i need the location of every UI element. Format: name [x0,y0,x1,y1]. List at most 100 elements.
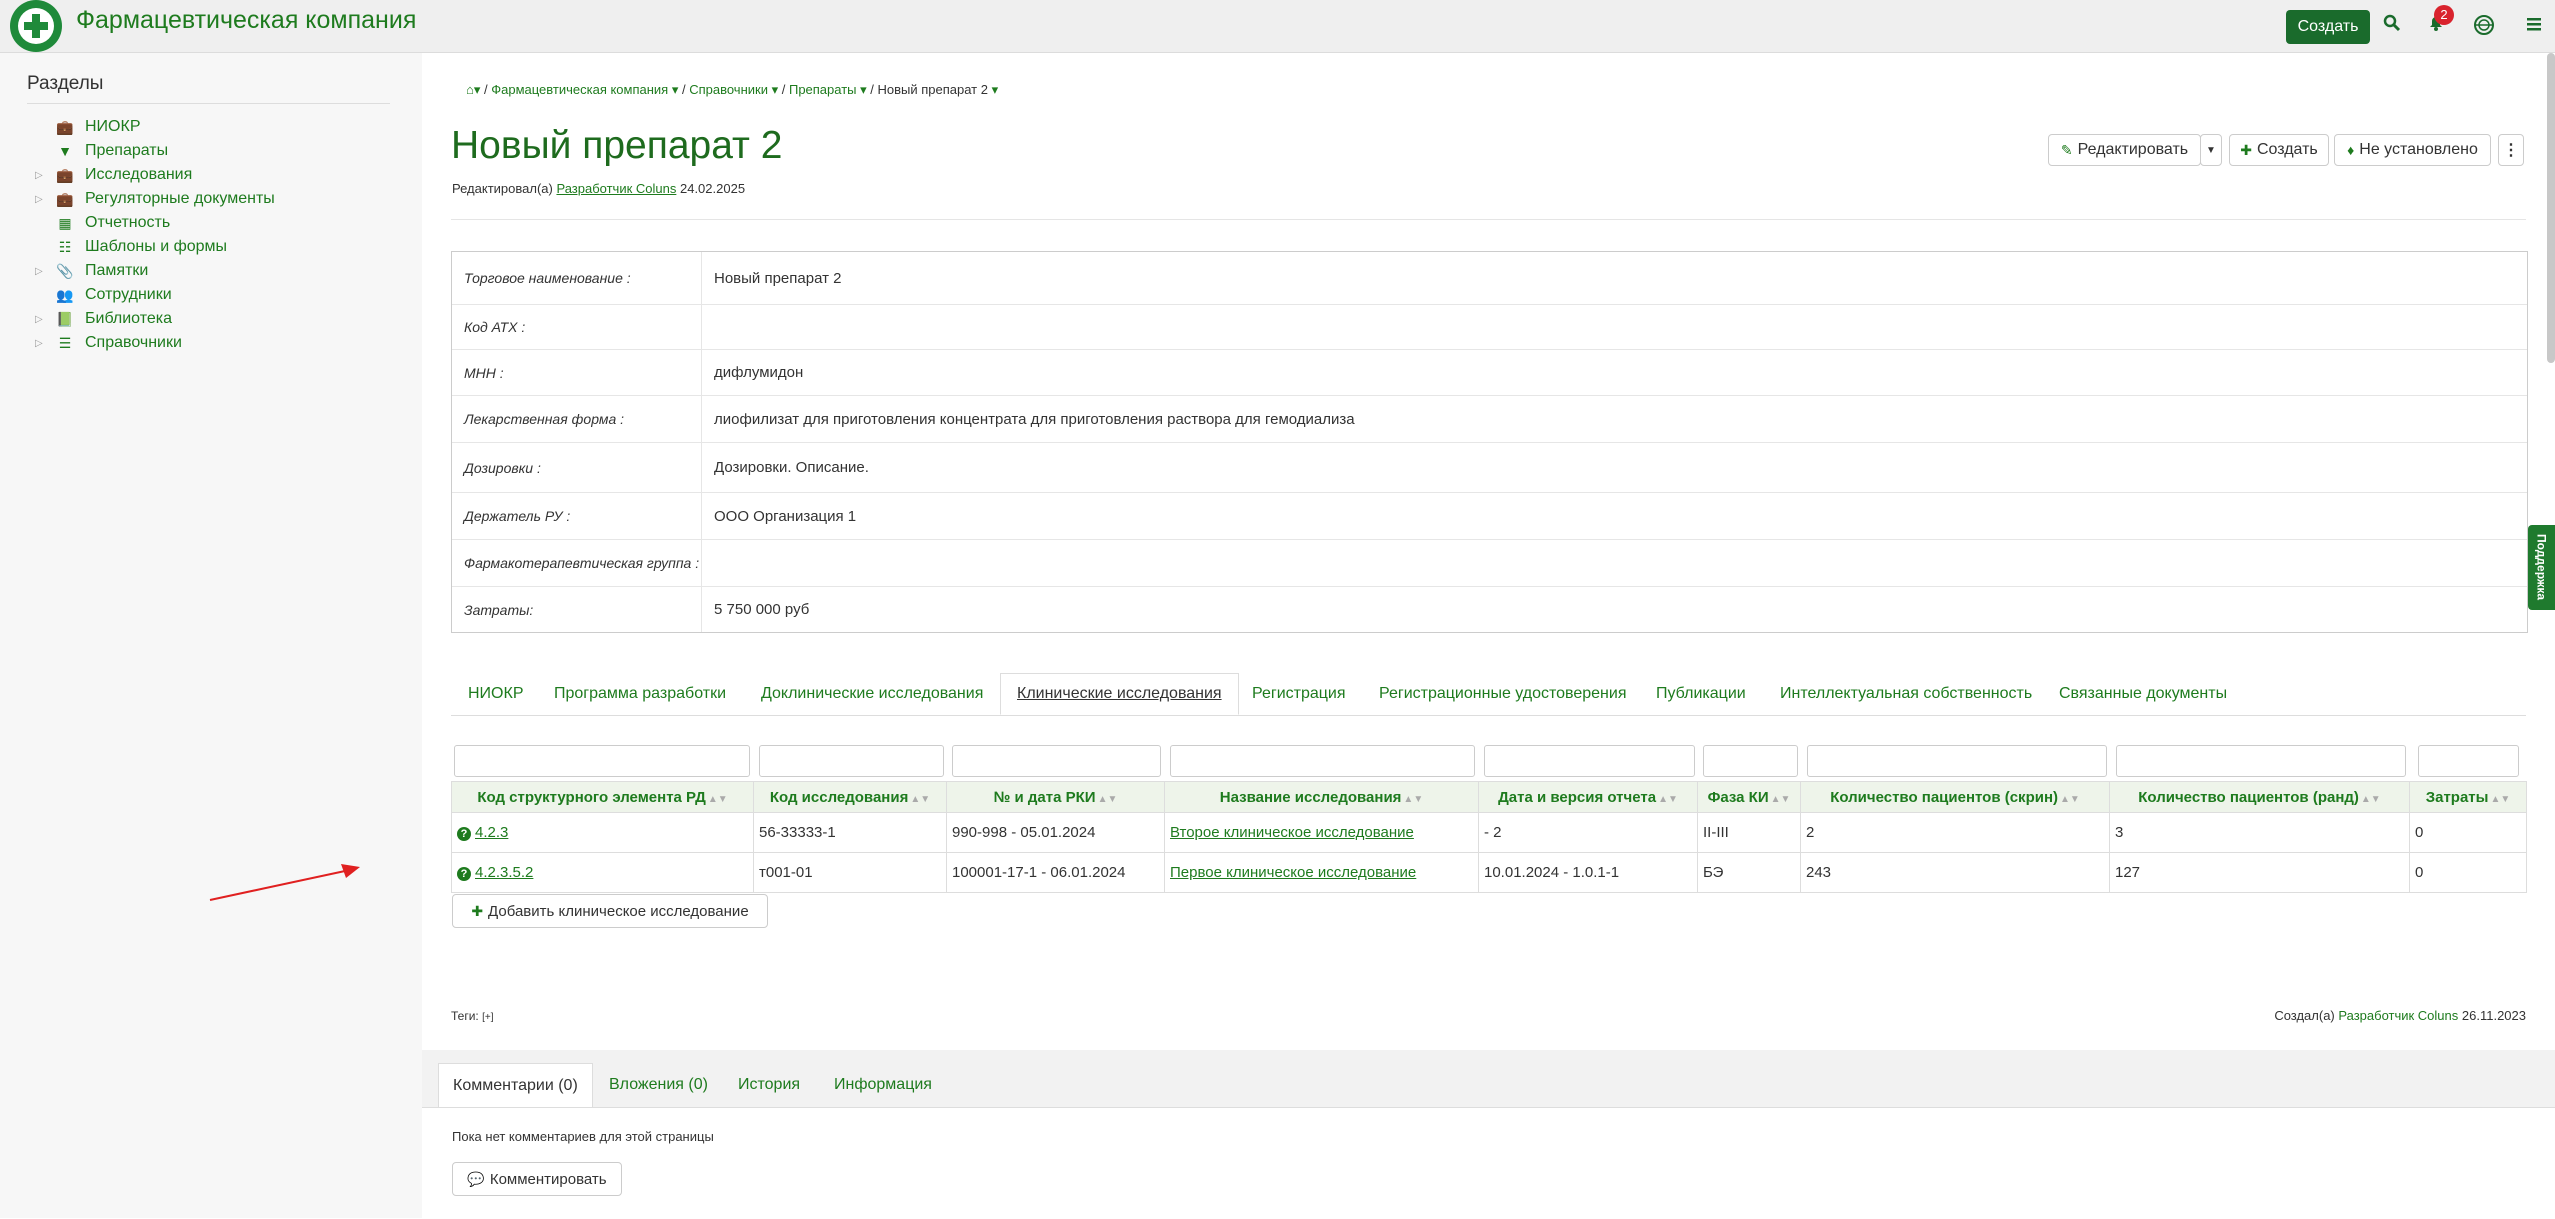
property-label: Держатель РУ : [452,493,702,539]
filter-input[interactable] [952,745,1161,777]
tab-clinical[interactable]: Клинические исследования [1000,673,1239,715]
breadcrumb-current[interactable]: Новый препарат 2 [878,82,988,97]
question-icon[interactable]: ? [457,867,471,881]
edit-button[interactable]: ✎ Редактировать [2048,134,2201,166]
study-link[interactable]: Первое клиническое исследование [1170,864,1416,881]
column-header[interactable]: Название исследования ▲▼ [1164,781,1479,813]
sort-icon[interactable]: ▲▼ [708,794,728,805]
sort-icon[interactable]: ▲▼ [910,794,930,805]
sidebar-item-otchetnost[interactable]: ▦ Отчетность [35,212,170,234]
sidebar-item-preparaty[interactable]: ▼ Препараты [35,140,168,162]
menu-icon[interactable] [2522,14,2546,38]
study-link[interactable]: Второе клиническое исследование [1170,824,1414,841]
breadcrumb-item[interactable]: Препараты [789,82,857,97]
filter-input[interactable] [2116,745,2406,777]
breadcrumb: ⌂▾ / Фармацевтическая компания ▾ / Справ… [466,82,999,97]
more-options-button[interactable]: ⋮ [2498,134,2524,166]
sidebar-item-templates[interactable]: ☷ Шаблоны и формы [35,236,227,258]
tab-reg-certificates[interactable]: Регистрационные удостоверения [1379,673,1626,715]
filter-input[interactable] [1170,745,1475,777]
vertical-dots-icon: ⋮ [2503,142,2519,159]
row-link[interactable]: 4.2.3 [475,824,508,841]
sidebar-item-regulatory[interactable]: ▷ 💼 Регуляторные документы [35,188,275,210]
expand-caret-icon[interactable]: ▷ [35,338,47,349]
expand-caret-icon[interactable]: ▷ [35,266,47,277]
sort-icon[interactable]: ▲▼ [2361,794,2381,805]
tab-publications[interactable]: Публикации [1656,673,1746,715]
edited-info: Редактировал(а) Разработчик Coluns 24.02… [452,181,745,196]
tab-registration[interactable]: Регистрация [1252,673,1346,715]
support-tab[interactable]: Поддержка [2528,525,2555,610]
briefcase-icon: 💼 [56,166,74,183]
sidebar-item-niokr[interactable]: 💼 НИОКР [35,116,140,138]
tab-history[interactable]: История [738,1063,800,1107]
filter-input[interactable] [1484,745,1695,777]
home-icon[interactable]: ⌂▾ [466,82,480,97]
sort-icon[interactable]: ▲▼ [1771,794,1791,805]
scrollbar[interactable] [2547,53,2555,363]
question-icon[interactable]: ? [457,827,471,841]
tab-related-docs[interactable]: Связанные документы [2059,673,2227,715]
column-header[interactable]: Затраты ▲▼ [2409,781,2527,813]
create-button[interactable]: Создать [2286,10,2370,44]
filter-input[interactable] [2418,745,2519,777]
sort-icon[interactable]: ▲▼ [1658,794,1678,805]
create-label: Создать [2256,141,2318,158]
column-header[interactable]: Дата и версия отчета ▲▼ [1478,781,1698,813]
expand-caret-icon[interactable]: ▷ [35,194,47,205]
globe-icon[interactable] [2472,14,2496,38]
tab-ip[interactable]: Интеллектуальная собственность [1780,673,2032,715]
sidebar-item-employees[interactable]: 👥 Сотрудники [35,284,171,306]
sidebar-item-references[interactable]: ▷ ☰ Справочники [35,332,182,354]
sort-icon[interactable]: ▲▼ [1098,794,1118,805]
add-clinical-study-button[interactable]: ✚ Добавить клиническое исследование [452,894,768,928]
filter-input[interactable] [1807,745,2107,777]
sidebar-item-pamyatki[interactable]: ▷ 📎 Памятки [35,260,148,282]
column-header[interactable]: № и дата РКИ ▲▼ [946,781,1165,813]
column-header[interactable]: Код структурного элемента РД ▲▼ [451,781,754,813]
created-user-link[interactable]: Разработчик Coluns [2338,1008,2458,1023]
briefcase-icon: 💼 [56,118,74,135]
sidebar-item-issledovaniya[interactable]: ▷ 💼 Исследования [35,164,192,186]
created-prefix: Создал(а) [2274,1008,2335,1023]
sidebar-item-library[interactable]: ▷ 📗 Библиотека [35,308,172,330]
expand-caret-icon[interactable]: ▷ [35,170,47,181]
logo-icon[interactable] [10,0,62,52]
app-title[interactable]: Фармацевтическая компания [76,6,416,35]
briefcase-icon: 💼 [56,190,74,207]
table-row: ? 4.2.3.5.2 т001-01 100001-17-1 - 06.01.2… [451,852,2527,893]
sort-icon[interactable]: ▲▼ [1403,794,1423,805]
add-tag-link[interactable]: [+] [482,1012,493,1023]
filter-input[interactable] [454,745,750,777]
breadcrumb-item[interactable]: Фармацевтическая компания [491,82,668,97]
edit-dropdown-button[interactable]: ▼ [2200,134,2222,166]
column-header[interactable]: Количество пациентов (ранд) ▲▼ [2109,781,2410,813]
edited-user-link[interactable]: Разработчик Coluns [556,181,676,196]
tab-preclinical[interactable]: Доклинические исследования [761,673,983,715]
search-icon[interactable] [2380,14,2404,38]
property-label: Торговое наименование : [452,252,702,304]
column-header[interactable]: Фаза КИ ▲▼ [1697,781,1801,813]
sort-icon[interactable]: ▲▼ [2060,794,2080,805]
table-cell: 0 [2409,812,2527,853]
filter-input[interactable] [1703,745,1798,777]
comment-button[interactable]: 💬 Комментировать [452,1162,622,1196]
sort-icon[interactable]: ▲▼ [2490,794,2510,805]
column-header[interactable]: Код исследования ▲▼ [753,781,947,813]
tab-niokr[interactable]: НИОКР [468,673,524,715]
tab-info[interactable]: Информация [834,1063,932,1107]
property-row: Код АТХ : [452,305,2527,350]
table-cell: 990-998 - 05.01.2024 [946,812,1165,853]
expand-caret-icon[interactable]: ▷ [35,314,47,325]
tab-attachments[interactable]: Вложения (0) [609,1063,708,1107]
no-comments-text: Пока нет комментариев для этой страницы [452,1129,714,1144]
sidebar-item-label: Регуляторные документы [85,190,275,207]
status-button[interactable]: ♦ Не установлено [2334,134,2491,166]
row-link[interactable]: 4.2.3.5.2 [475,864,533,881]
filter-input[interactable] [759,745,944,777]
tab-dev-program[interactable]: Программа разработки [554,673,726,715]
create-item-button[interactable]: ✚ Создать [2229,134,2329,166]
breadcrumb-item[interactable]: Справочники [689,82,768,97]
tab-comments[interactable]: Комментарии (0) [438,1063,593,1107]
column-header[interactable]: Количество пациентов (скрин) ▲▼ [1800,781,2110,813]
